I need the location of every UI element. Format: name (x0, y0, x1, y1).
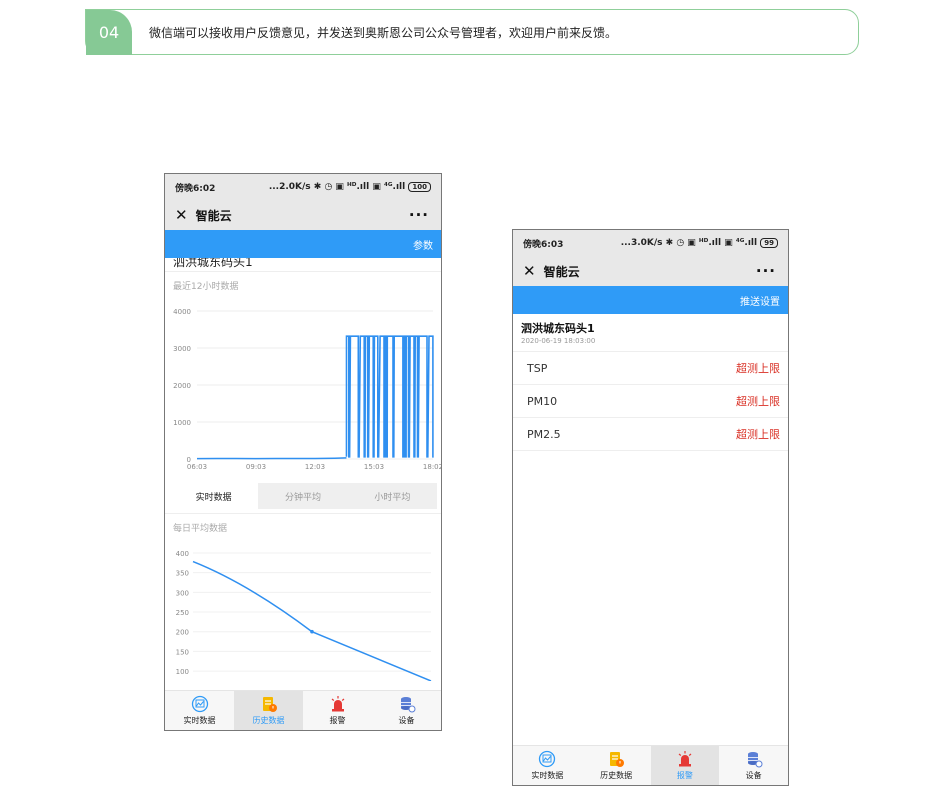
x-tick-label: 09:03 (246, 463, 266, 471)
intro-banner: 04 微信端可以接收用户反馈意见，并发送到奥斯恩公司公众号管理者，欢迎用户前来反… (85, 9, 859, 55)
history-doc-icon (260, 695, 278, 713)
daily-chart: 100 150 200 250 300 350 400 (165, 541, 441, 685)
tab-label: 报警 (676, 771, 693, 780)
params-button[interactable]: 参数 (413, 237, 433, 252)
close-icon[interactable]: ✕ (175, 206, 188, 224)
y-tick-label: 3000 (173, 345, 191, 353)
alarm-pollutant: PM2.5 (527, 427, 561, 441)
site-name-partial: 泗洪城东码头1 (165, 258, 441, 272)
battery-icon: 99 (760, 238, 778, 248)
y-tick-label: 300 (176, 589, 189, 597)
alarm-pollutant: PM10 (527, 394, 558, 408)
site-timestamp: 2020-06-19 18:03:00 (513, 336, 788, 352)
segment-minute-avg[interactable]: 分钟平均 (258, 483, 348, 509)
alarm-row[interactable]: PM10 超测上限 (513, 385, 788, 418)
more-icon[interactable]: ··· (756, 262, 776, 280)
series-line (196, 457, 347, 460)
status-indicators: ...3.0K/s ✱ ◷ ▣ ᴴᴰ.ıll ▣ ⁴ᴳ.ıll 99 (621, 238, 778, 248)
chart-icon (191, 695, 209, 713)
recent-data-label: 最近12小时数据 (173, 282, 239, 292)
alarm-row[interactable]: PM2.5 超测上限 (513, 418, 788, 451)
x-tick-label: 12:03 (305, 463, 325, 471)
device-database-icon (745, 750, 763, 768)
tab-alarm[interactable]: 报警 (303, 691, 372, 730)
alarm-pollutant: TSP (527, 361, 548, 375)
tab-label: 历史数据 (600, 771, 633, 780)
recent-chart-svg: 0100020003000400006:03 09:03 12:03 15:03 18:… (173, 308, 441, 471)
series-fluctuation (345, 335, 434, 458)
tab-label: 历史数据 (252, 716, 285, 725)
tab-label: 实时数据 (531, 771, 564, 780)
step-number: 04 (86, 10, 132, 55)
daily-chart-svg: 100 150 200 250 300 350 400 (176, 550, 432, 682)
status-time: 傍晚6:02 (175, 183, 216, 194)
tab-history[interactable]: 历史数据 (582, 746, 651, 785)
y-tick-label: 2000 (173, 382, 191, 390)
y-tick-label: 400 (176, 550, 189, 558)
segment-realtime[interactable]: 实时数据 (169, 483, 259, 509)
tab-label: 实时数据 (183, 716, 216, 725)
y-tick-label: 250 (176, 609, 189, 617)
phone-history-screen: 傍晚6:02 ...2.0K/s ✱ ◷ ▣ ᴴᴰ.ıll ▣ ⁴ᴳ.ıll 1… (164, 173, 442, 731)
alarm-siren-icon (329, 695, 347, 713)
bottom-tab-bar: 实时数据 历史数据 报警 设备 (513, 745, 788, 785)
status-indicators: ...2.0K/s ✱ ◷ ▣ ᴴᴰ.ıll ▣ ⁴ᴳ.ıll 100 (269, 182, 431, 192)
tab-device[interactable]: 设备 (719, 746, 788, 785)
bottom-tab-bar: 实时数据 历史数据 报警 设备 (165, 690, 441, 730)
data-mode-segments: 实时数据 分钟平均 小时平均 (169, 483, 437, 509)
alarm-status: 超测上限 (736, 428, 780, 441)
more-icon[interactable]: ··· (409, 206, 429, 224)
battery-icon: 100 (408, 182, 431, 192)
app-title: 智能云 (543, 264, 580, 279)
y-tick-label: 200 (176, 629, 189, 637)
status-time: 傍晚6:03 (523, 239, 564, 250)
alarm-siren-icon (676, 750, 694, 768)
chart-icon (538, 750, 556, 768)
y-tick-label: 4000 (173, 308, 191, 316)
phone-alarm-screen: 傍晚6:03 ...3.0K/s ✱ ◷ ▣ ᴴᴰ.ıll ▣ ⁴ᴳ.ıll 9… (512, 229, 789, 786)
tab-device[interactable]: 设备 (372, 691, 441, 730)
data-point (310, 629, 314, 634)
x-tick-label: 18:02 (423, 463, 441, 471)
alarm-status: 超测上限 (736, 362, 780, 375)
tab-history[interactable]: 历史数据 (234, 691, 303, 730)
app-title: 智能云 (195, 208, 232, 223)
x-tick-label: 06:03 (187, 463, 207, 471)
y-tick-label: 100 (176, 668, 189, 676)
action-bar: 推送设置 (513, 286, 788, 314)
daily-data-label: 每日平均数据 (165, 513, 441, 541)
device-database-icon (398, 695, 416, 713)
segment-hour-avg[interactable]: 小时平均 (347, 483, 437, 509)
app-title-bar: ✕ 智能云 ··· (165, 200, 441, 230)
app-title-bar: ✕ 智能云 ··· (513, 256, 788, 286)
y-tick-label: 1000 (173, 419, 191, 427)
action-bar: 参数 (165, 230, 441, 258)
tab-realtime[interactable]: 实时数据 (513, 746, 582, 785)
history-doc-icon (607, 750, 625, 768)
banner-text: 微信端可以接收用户反馈意见，并发送到奥斯恩公司公众号管理者，欢迎用户前来反馈。 (149, 26, 618, 40)
y-tick-label: 350 (176, 570, 189, 578)
y-tick-label: 150 (176, 648, 189, 656)
tab-alarm[interactable]: 报警 (650, 746, 720, 785)
site-name: 泗洪城东码头1 (521, 322, 595, 335)
alarm-row[interactable]: TSP 超测上限 (513, 352, 788, 385)
push-settings-button[interactable]: 推送设置 (740, 293, 780, 308)
alarm-status: 超测上限 (736, 395, 780, 408)
tab-realtime[interactable]: 实时数据 (165, 691, 234, 730)
close-icon[interactable]: ✕ (523, 262, 536, 280)
tab-label: 设备 (745, 771, 762, 780)
tab-label: 设备 (398, 716, 415, 725)
status-bar: 傍晚6:02 ...2.0K/s ✱ ◷ ▣ ᴴᴰ.ıll ▣ ⁴ᴳ.ıll 1… (165, 174, 441, 200)
tab-label: 报警 (329, 716, 346, 725)
x-tick-label: 15:03 (364, 463, 384, 471)
status-bar: 傍晚6:03 ...3.0K/s ✱ ◷ ▣ ᴴᴰ.ıll ▣ ⁴ᴳ.ıll 9… (513, 230, 788, 256)
series-line (192, 560, 432, 682)
recent-chart: 0 1000 2000 3000 4000 06:03 09:03 12:03 15:03 18:… (165, 299, 441, 475)
